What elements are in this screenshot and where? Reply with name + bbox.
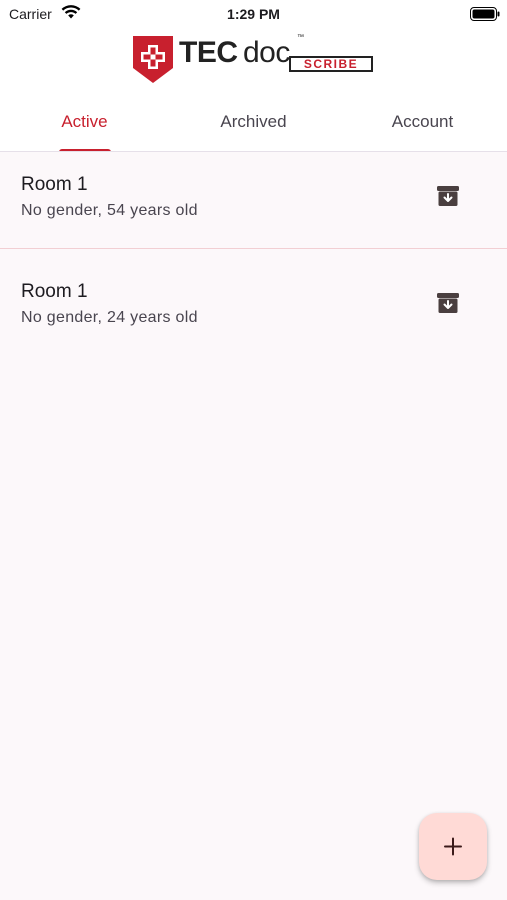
logo-text-doc: doc (243, 36, 290, 69)
tab-active-label: Active (61, 112, 108, 131)
plus-icon (444, 837, 462, 856)
room-label: Room 1 (21, 174, 88, 195)
patient-details: No gender, 24 years old (21, 309, 198, 326)
medical-shield-icon (133, 36, 173, 83)
archive-icon[interactable] (437, 185, 459, 207)
tecdoc-scribe-logo: TEC doc ™ SCRIBE (131, 34, 381, 86)
app-header: TEC doc ™ SCRIBE Active Archived Account (0, 28, 507, 152)
tab-account[interactable]: Account (338, 104, 507, 152)
tab-archived[interactable]: Archived (169, 104, 338, 152)
room-label: Room 1 (21, 281, 88, 302)
tab-account-label: Account (391, 112, 454, 131)
tab-active[interactable]: Active (0, 104, 169, 152)
logo-text-tec: TEC (179, 36, 238, 69)
clock: 1:29 PM (227, 6, 280, 22)
battery-icon (470, 7, 500, 21)
list-item[interactable]: Room 1 No gender, 54 years old (0, 152, 507, 259)
archive-icon[interactable] (437, 292, 459, 314)
list-divider (0, 248, 507, 249)
list-item[interactable]: Room 1 No gender, 24 years old (0, 259, 507, 366)
add-patient-button[interactable] (419, 813, 487, 880)
logo-text-scribe: SCRIBE (289, 56, 373, 72)
tab-bar: Active Archived Account (0, 104, 507, 152)
tab-archived-label: Archived (220, 112, 287, 131)
patient-list: Room 1 No gender, 54 years old Room 1 No… (0, 152, 507, 366)
status-bar: Carrier 1:29 PM (0, 0, 507, 28)
logo-trademark: ™ (297, 34, 304, 41)
patient-details: No gender, 54 years old (21, 202, 198, 219)
